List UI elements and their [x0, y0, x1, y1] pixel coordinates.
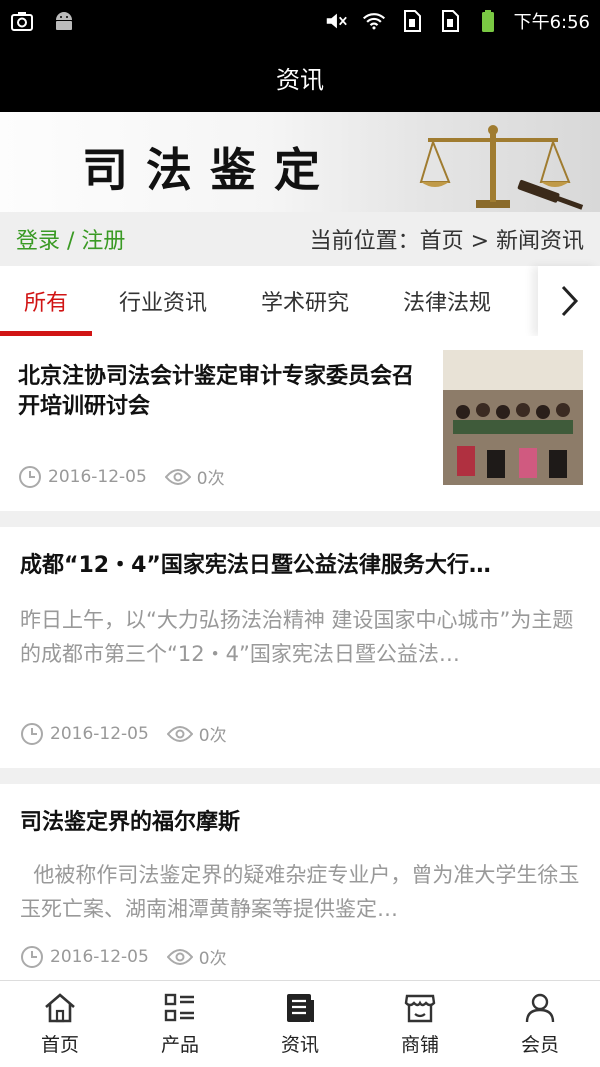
article-meta: 2016-12-05 0次 [18, 464, 225, 489]
category-tabs: 所有 行业资讯 学术研究 法律法规 [0, 266, 600, 336]
clock-icon [20, 722, 44, 746]
article-date: 2016-12-05 [50, 723, 149, 744]
nav-label: 产品 [160, 1033, 199, 1056]
clock-icon [20, 945, 44, 969]
news-icon [287, 993, 314, 1022]
article-card[interactable]: 北京注协司法会计鉴定审计专家委员会召开培训研讨会 2016-12-05 0次 [0, 336, 600, 511]
article-summary: 他被称作司法鉴定界的疑难杂症专业户，曾为准大学生徐玉玉死亡案、湖南湘潭黄静案等提… [20, 863, 580, 921]
eye-icon [164, 467, 191, 487]
tab-label: 法律法规 [402, 291, 491, 316]
bottom-navigation: 首页 产品 资讯 商铺 会员 [0, 980, 600, 1067]
nav-label: 资讯 [280, 1033, 319, 1056]
article-date: 2016-12-05 [50, 946, 149, 967]
nav-member[interactable]: 会员 [480, 981, 600, 1067]
chevron-right-icon [561, 285, 579, 317]
tab-label: 行业资讯 [118, 291, 207, 316]
tab-laws-regulations[interactable]: 法律法规 [376, 266, 518, 336]
article-card[interactable]: 成都“12・4”国家宪法日暨公益法律服务大行… 昨日上午，以“大力弘扬法治精神 … [0, 527, 600, 768]
article-views: 0次 [198, 726, 227, 746]
nav-label: 首页 [40, 1033, 79, 1056]
sim1-icon [400, 9, 424, 33]
nav-label: 商铺 [400, 1033, 439, 1056]
eye-icon [166, 947, 193, 967]
nav-home[interactable]: 首页 [0, 981, 120, 1067]
nav-shop[interactable]: 商铺 [360, 981, 480, 1067]
page-title: 资讯 [276, 65, 324, 94]
tab-label: 所有 [23, 291, 68, 316]
user-icon [525, 993, 555, 1022]
wifi-icon [362, 9, 386, 33]
nav-products[interactable]: 产品 [120, 981, 240, 1067]
banner-title: 司法鉴定 [82, 143, 338, 197]
tabs-scroll-right-button[interactable] [538, 266, 600, 336]
tab-academic-research[interactable]: 学术研究 [234, 266, 376, 336]
article-thumbnail[interactable] [443, 350, 583, 485]
mute-icon [324, 9, 348, 33]
home-icon [45, 992, 75, 1022]
eye-icon [166, 724, 193, 744]
screenshot-icon [10, 9, 34, 33]
breadcrumb: 当前位置：首页 > 新闻资讯 [309, 229, 584, 254]
clock: 下午6:56 [513, 12, 590, 33]
article-title: 成都“12・4”国家宪法日暨公益法律服务大行… [20, 553, 491, 578]
article-card[interactable]: 司法鉴定界的福尔摩斯 他被称作司法鉴定界的疑难杂症专业户，曾为准大学生徐玉玉死亡… [0, 784, 600, 980]
article-summary: 昨日上午，以“大力弘扬法治精神 建设国家中心城市”为主题的成都市第三个“12・4… [20, 608, 574, 666]
tab-all[interactable]: 所有 [0, 266, 92, 336]
nav-news[interactable]: 资讯 [240, 981, 360, 1067]
sim2-icon [438, 9, 462, 33]
shop-icon [404, 994, 436, 1022]
battery-icon [476, 9, 500, 33]
article-date: 2016-12-05 [48, 466, 147, 487]
article-views: 0次 [196, 469, 225, 489]
tab-industry-news[interactable]: 行业资讯 [92, 266, 234, 336]
nav-label: 会员 [520, 1033, 559, 1056]
justice-scale-icon [419, 125, 584, 210]
article-meta: 2016-12-05 0次 [20, 721, 227, 746]
article-title: 北京注协司法会计鉴定审计专家委员会召开培训研讨会 [18, 364, 415, 419]
app-header: 资讯 [0, 42, 600, 112]
tab-label: 学术研究 [260, 291, 349, 316]
article-meta: 2016-12-05 0次 [20, 944, 227, 969]
android-icon [52, 9, 76, 33]
article-title: 司法鉴定界的福尔摩斯 [20, 810, 241, 835]
article-views: 0次 [198, 949, 227, 969]
grid-list-icon [164, 993, 194, 1021]
location-bar: 登录 / 注册 当前位置：首页 > 新闻资讯 [0, 212, 600, 266]
login-register-link[interactable]: 登录 / 注册 [16, 223, 125, 255]
status-bar: 下午6:56 [0, 0, 600, 42]
banner-image[interactable]: 司法鉴定 [0, 112, 600, 212]
clock-icon [18, 465, 42, 489]
